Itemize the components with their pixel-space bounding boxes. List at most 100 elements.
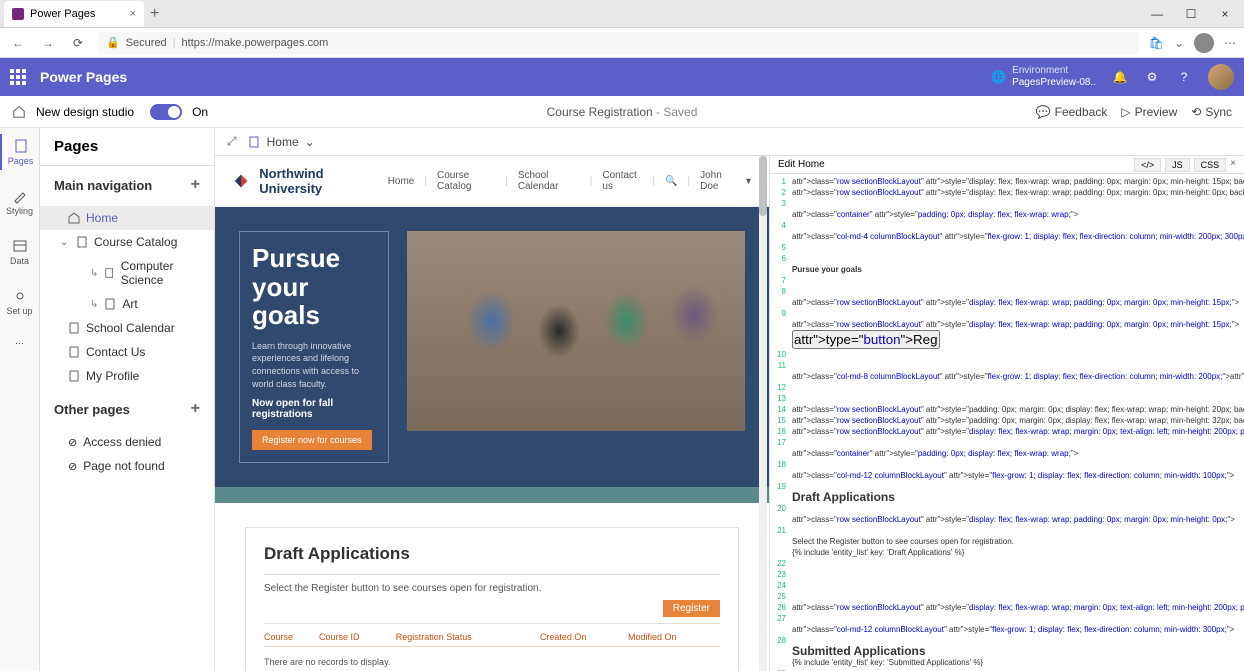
site-logo — [233, 172, 249, 190]
sidebar-item-catalog[interactable]: ⌄ Course Catalog — [40, 230, 214, 254]
waffle-icon[interactable] — [10, 69, 26, 85]
nav-schedule[interactable]: School Calendar — [518, 170, 580, 192]
minimize-icon[interactable]: — — [1142, 2, 1172, 26]
sidebar-item-notfound[interactable]: ⊘ Page not found — [40, 454, 214, 478]
design-studio-label: New design studio — [36, 105, 134, 119]
sidebar-item-denied[interactable]: ⊘ Access denied — [40, 430, 214, 454]
env-label: Environment — [1012, 65, 1096, 77]
draft-applications-card[interactable]: Draft Applications Select the Register b… — [245, 527, 739, 671]
hero-text: Learn through innovative experiences and… — [252, 340, 376, 390]
home-icon — [68, 212, 80, 224]
help-icon[interactable]: ? — [1176, 69, 1192, 85]
user-avatar[interactable] — [1208, 64, 1234, 90]
sidebar-item-profile[interactable]: My Profile — [40, 364, 214, 388]
close-icon[interactable]: × — [1210, 2, 1240, 26]
search-icon[interactable]: 🔍 — [665, 176, 677, 187]
site-title: Northwind University — [259, 166, 377, 196]
lock-icon: 🔒 — [106, 36, 120, 49]
code-tab-css[interactable]: CSS — [1194, 158, 1227, 172]
brand-label: Power Pages — [40, 69, 127, 85]
hero-image — [407, 231, 745, 431]
forward-icon[interactable]: → — [38, 33, 58, 53]
rail-data[interactable]: Data — [0, 234, 39, 270]
sync-button[interactable]: ⟲Sync — [1191, 105, 1232, 119]
col-modified[interactable]: Modified On — [628, 628, 720, 647]
new-tab-button[interactable]: + — [150, 5, 159, 23]
rail-pages[interactable]: Pages — [0, 134, 39, 170]
browser-title-bar: Power Pages × + — ☐ × — [0, 0, 1244, 28]
col-course[interactable]: Course — [264, 628, 319, 647]
page-icon — [104, 298, 116, 310]
more-icon: ⋯ — [15, 338, 24, 349]
url-text: https://make.powerpages.com — [182, 37, 329, 49]
tab-title: Power Pages — [30, 8, 95, 20]
settings-icon[interactable]: ⚙ — [1144, 69, 1160, 85]
profile-avatar[interactable] — [1194, 33, 1214, 53]
breadcrumb[interactable]: Home ⌄ — [247, 135, 315, 149]
chevron-down-icon[interactable]: ⌄ — [60, 237, 70, 248]
card-title: Draft Applications — [264, 544, 720, 564]
close-tab-icon[interactable]: × — [130, 8, 136, 20]
canvas-toolbar: ⤢ Home ⌄ — [215, 128, 1244, 156]
rail-setup[interactable]: Set up — [0, 284, 39, 320]
preview-button[interactable]: ▷Preview — [1121, 105, 1177, 119]
sidebar-item-home[interactable]: Home — [40, 206, 214, 230]
notification-icon[interactable]: 🔔 — [1112, 69, 1128, 85]
col-status[interactable]: Registration Status — [396, 628, 540, 647]
left-rail: Pages Styling Data Set up ⋯ — [0, 128, 40, 671]
design-studio-toggle[interactable] — [150, 104, 182, 120]
chevron-down-icon[interactable]: ⌄ — [1174, 36, 1184, 50]
code-tab-js[interactable]: JS — [1165, 158, 1190, 172]
nav-home[interactable]: Home — [388, 176, 415, 187]
data-icon — [12, 238, 28, 254]
maximize-icon[interactable]: ☐ — [1176, 2, 1206, 26]
sidebar-item-contact[interactable]: Contact Us — [40, 340, 214, 364]
register-button[interactable]: Register — [663, 600, 720, 617]
hero-subtitle: Now open for fall registrations — [252, 398, 376, 420]
env-name[interactable]: PagesPreview-08.. — [1012, 77, 1096, 89]
back-icon[interactable]: ← — [8, 33, 28, 53]
styling-icon — [12, 188, 28, 204]
applications-table: Course Course ID Registration Status Cre… — [264, 628, 720, 647]
register-button[interactable]: Register now for courses — [252, 430, 372, 450]
code-title: Edit Home — [778, 159, 825, 170]
more-icon[interactable]: ⋯ — [1224, 36, 1236, 50]
home-icon[interactable] — [12, 105, 26, 119]
rail-more[interactable]: ⋯ — [0, 334, 39, 353]
code-tab-html[interactable]: </> — [1134, 158, 1161, 172]
sidebar-item-art[interactable]: ↳ Art — [40, 292, 214, 316]
page-icon — [247, 135, 261, 149]
expand-icon[interactable]: ⤢ — [227, 134, 237, 149]
chevron-down-icon: ▾ — [746, 176, 751, 187]
scrollbar[interactable] — [759, 156, 767, 671]
nav-user[interactable]: John Doe — [700, 170, 736, 192]
sync-icon: ⟲ — [1191, 105, 1201, 119]
sidebar-item-cs[interactable]: ↳ Computer Science — [40, 254, 214, 292]
shopping-icon[interactable]: 🛍 — [1149, 36, 1164, 50]
card-subtitle: Select the Register button to see course… — [264, 574, 720, 594]
col-id[interactable]: Course ID — [319, 628, 396, 647]
other-pages-section: Other pages + — [40, 390, 214, 428]
add-other-page-button[interactable]: + — [191, 400, 200, 418]
refresh-icon[interactable]: ⟳ — [68, 33, 88, 53]
rail-styling[interactable]: Styling — [0, 184, 39, 220]
close-editor-icon[interactable]: × — [1230, 158, 1236, 172]
page-icon — [68, 322, 80, 334]
feedback-button[interactable]: 💬Feedback — [1036, 105, 1108, 119]
nav-catalog[interactable]: Course Catalog — [437, 170, 495, 192]
url-field[interactable]: 🔒 Secured | https://make.powerpages.com — [98, 32, 1139, 54]
page-icon — [76, 236, 88, 248]
notfound-icon: ⊘ — [68, 460, 77, 473]
command-bar: New design studio On Course Registration… — [0, 96, 1244, 128]
browser-tab[interactable]: Power Pages × — [4, 1, 144, 27]
code-body[interactable]: 1attr">class="row sectionBlockLayout" at… — [770, 174, 1244, 671]
chevron-down-icon: ⌄ — [305, 135, 315, 149]
add-page-button[interactable]: + — [191, 176, 200, 194]
setup-icon — [12, 288, 28, 304]
col-created[interactable]: Created On — [540, 628, 628, 647]
hero-section[interactable]: Pursueyour goals Learn through innovativ… — [215, 207, 769, 487]
sidebar-item-schedule[interactable]: School Calendar — [40, 316, 214, 340]
preview-canvas[interactable]: Northwind University Home| Course Catalo… — [215, 156, 769, 671]
nav-contact[interactable]: Contact us — [602, 170, 642, 192]
scrollbar-thumb[interactable] — [759, 156, 767, 216]
